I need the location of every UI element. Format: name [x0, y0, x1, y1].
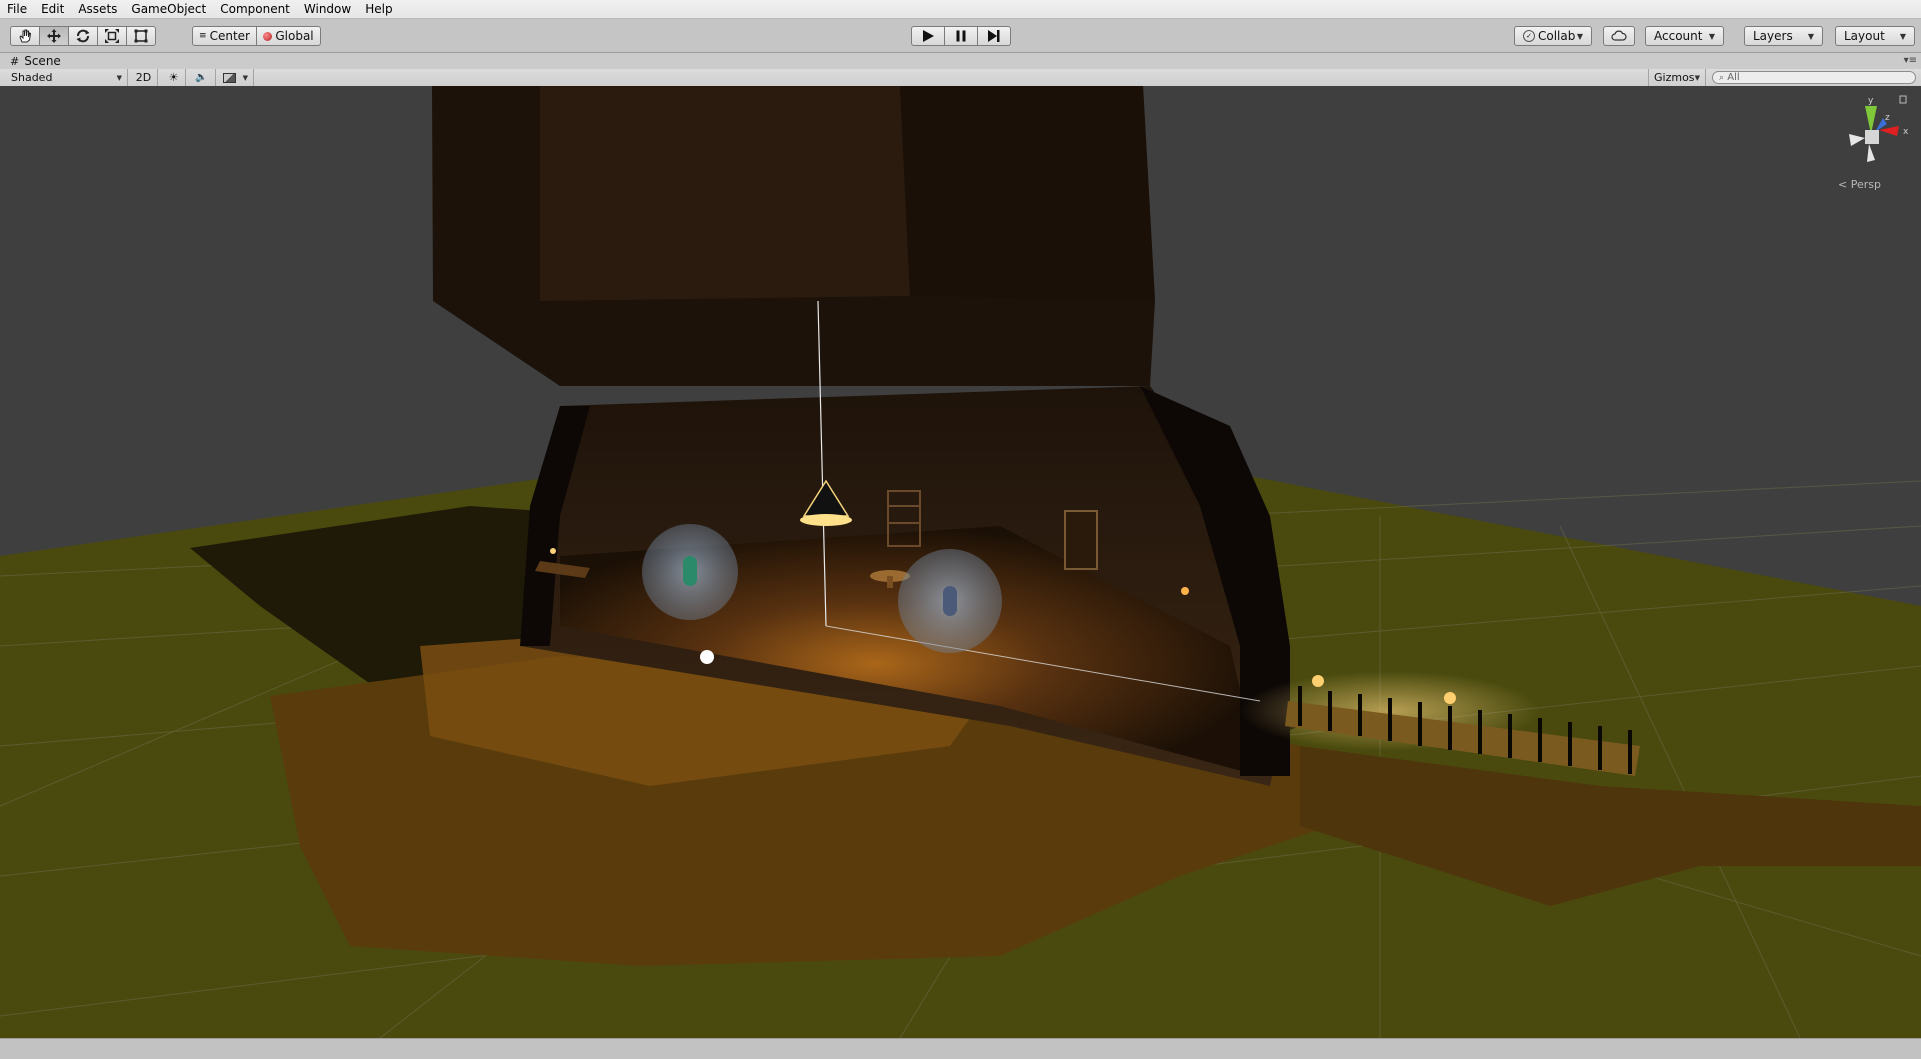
search-placeholder: All [1727, 72, 1740, 83]
scale-icon [105, 29, 119, 43]
menu-window[interactable]: Window [297, 0, 358, 18]
projection-label: Persp [1850, 178, 1881, 191]
bridge-lantern [1444, 692, 1456, 704]
gizmos-dropdown[interactable]: Gizmos ▼ [1648, 69, 1706, 86]
search-icon: ⌕ [1719, 73, 1725, 83]
npc-capsule-right [943, 586, 957, 616]
tab-scene-label: Scene [24, 54, 61, 68]
toggle-2d-label: 2D [135, 71, 152, 84]
move-tool-button[interactable] [39, 26, 69, 46]
layers-dropdown[interactable]: Layers ▼ [1744, 26, 1823, 46]
x-axis-cone[interactable] [1879, 126, 1899, 136]
rotate-tool-button[interactable] [68, 26, 98, 46]
layout-label: Layout [1844, 29, 1885, 43]
projection-toggle[interactable]: < Persp [1838, 178, 1881, 191]
menu-file[interactable]: File [0, 0, 34, 18]
lock-icon[interactable] [1899, 95, 1907, 104]
pivot-center-button[interactable]: ≡ Center [192, 26, 257, 46]
chevron-down-icon: ▼ [242, 73, 248, 82]
gizmo-center-cube[interactable] [1865, 130, 1879, 144]
draw-mode-label: Shaded [11, 71, 53, 84]
grid-icon: # [10, 54, 20, 68]
play-button[interactable] [911, 26, 945, 46]
scene-view-toolbar: Shaded ▼ 2D ☀ 🔈 ▼ Gizmos ▼ ⌕ All [0, 69, 1921, 87]
pivot-center-label: Center [209, 29, 250, 43]
scene-tab-bar: # Scene ▾≡ [0, 53, 1921, 69]
status-bar [0, 1038, 1921, 1059]
cloud-button[interactable] [1603, 26, 1635, 46]
rect-icon [134, 29, 148, 43]
chevron-down-icon: ▼ [1899, 31, 1906, 41]
menu-gameobject[interactable]: GameObject [124, 0, 213, 18]
chevron-down-icon: ▼ [1694, 73, 1700, 82]
toggle-2d-button[interactable]: 2D [130, 69, 158, 86]
gizmos-label: Gizmos [1654, 71, 1695, 84]
menu-help[interactable]: Help [358, 0, 399, 18]
speaker-icon: 🔈 [195, 72, 208, 83]
scene-viewport[interactable]: y z x < Persp [0, 86, 1921, 1038]
point-light-icon [1181, 587, 1189, 595]
scale-tool-button[interactable] [97, 26, 127, 46]
menu-bar: File Edit Assets GameObject Component Wi… [0, 0, 1921, 19]
main-toolbar: ≡ Center Global ✓ Collab ▼ Account ▼ Lay… [0, 19, 1921, 53]
draw-mode-dropdown[interactable]: Shaded ▼ [6, 69, 128, 86]
hand-icon [19, 29, 32, 43]
audio-source-icon [700, 650, 714, 664]
chevron-down-icon: ▼ [1576, 31, 1583, 41]
menu-assets[interactable]: Assets [71, 0, 124, 18]
menu-edit[interactable]: Edit [34, 0, 71, 18]
z-axis-label: z [1885, 113, 1890, 123]
chevron-left-icon: < [1838, 178, 1848, 191]
layers-label: Layers [1753, 29, 1793, 43]
lamp-light [800, 514, 852, 526]
hand-tool-button[interactable] [10, 26, 40, 46]
pivot-toggles: ≡ Center Global [192, 26, 321, 46]
collab-label: Collab [1538, 29, 1576, 43]
step-button[interactable] [977, 26, 1011, 46]
cloud-icon [1611, 30, 1627, 41]
lighting-toggle[interactable]: ☀ [162, 69, 186, 86]
play-controls [911, 26, 1011, 46]
pause-icon [956, 30, 966, 42]
layout-dropdown[interactable]: Layout ▼ [1835, 26, 1915, 46]
pause-button[interactable] [944, 26, 978, 46]
pivot-center-icon: ≡ [199, 31, 207, 41]
x-axis-label: x [1903, 127, 1909, 137]
sun-icon: ☀ [168, 71, 179, 84]
chevron-down-icon: ▼ [116, 73, 122, 82]
check-circle-icon: ✓ [1523, 30, 1535, 42]
cabinet [1064, 510, 1098, 570]
y-axis-label: y [1868, 96, 1874, 106]
rect-tool-button[interactable] [126, 26, 156, 46]
step-icon [988, 30, 1000, 42]
audio-toggle[interactable]: 🔈 [188, 69, 216, 86]
npc-capsule-left [683, 556, 697, 586]
y-axis-cone[interactable] [1865, 106, 1877, 134]
tree-trunk-side [900, 86, 1155, 301]
effects-dropdown[interactable]: ▼ [218, 69, 254, 86]
tab-scene[interactable]: # Scene [0, 54, 61, 68]
bridge-lantern [1312, 675, 1324, 687]
scene-search-input[interactable]: ⌕ All [1712, 71, 1916, 84]
chevron-down-icon: ▼ [1807, 31, 1814, 41]
menu-component[interactable]: Component [213, 0, 297, 18]
rotate-icon [76, 29, 90, 43]
play-icon [923, 30, 934, 42]
globe-icon [263, 31, 273, 41]
neg-y-axis-cone[interactable] [1867, 144, 1875, 162]
move-icon [47, 29, 61, 43]
space-global-button[interactable]: Global [256, 26, 321, 46]
tree-trunk-face [540, 86, 910, 301]
account-dropdown[interactable]: Account ▼ [1645, 26, 1724, 46]
scene-render [0, 86, 1921, 1038]
space-global-label: Global [275, 29, 314, 43]
panel-menu-icon[interactable]: ▾≡ [1904, 55, 1917, 66]
image-icon [223, 72, 236, 83]
neg-x-axis-cone[interactable] [1849, 134, 1865, 146]
transform-tools [10, 26, 156, 46]
account-label: Account [1654, 29, 1703, 43]
chevron-down-icon: ▼ [1708, 31, 1715, 41]
point-light-icon [550, 548, 556, 554]
collab-dropdown[interactable]: ✓ Collab ▼ [1514, 26, 1592, 46]
